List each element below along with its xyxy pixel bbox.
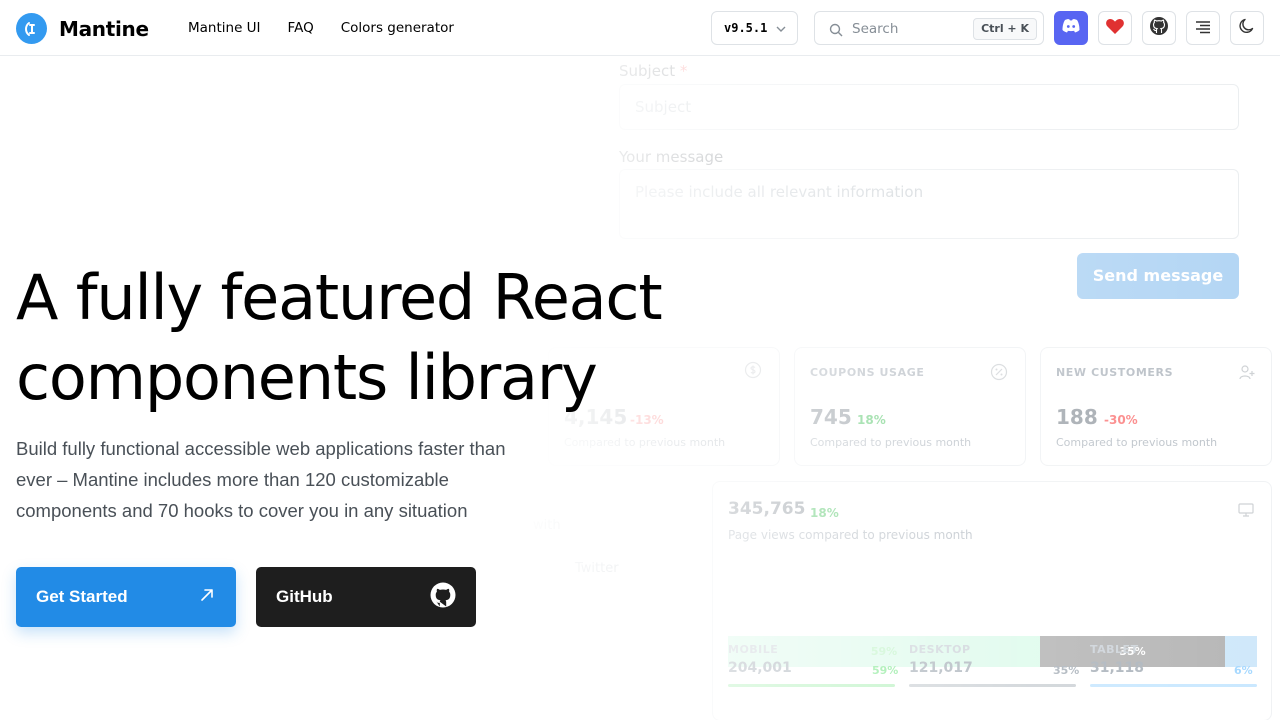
logo-text: Mantine (59, 16, 149, 41)
device-count-tablet: 31,118 (1090, 660, 1145, 676)
logo[interactable]: Mantine (16, 13, 149, 44)
device-count-mobile: 204,001 (728, 660, 792, 676)
stat-sub-2: Compared to previous month (810, 436, 972, 449)
search-placeholder: Search (852, 21, 899, 37)
nav-link-mantine-ui[interactable]: Mantine UI (188, 20, 261, 36)
github-label: GitHub (276, 587, 333, 606)
search-icon (829, 22, 843, 41)
version-value: v9.5.1 (724, 21, 768, 35)
moon-icon (1238, 17, 1256, 39)
sponsor-button[interactable] (1098, 11, 1132, 45)
github-icon (1149, 16, 1169, 40)
stat-diff-2: 18% (857, 413, 886, 427)
get-started-button[interactable]: Get Started (16, 567, 236, 627)
mantine-logo-icon (16, 13, 47, 44)
hero-description: Build fully functional accessible web ap… (16, 438, 506, 521)
device-percent-tablet: 6% (1234, 664, 1253, 677)
hero-title-line-2: components library (16, 341, 598, 414)
device-label-desktop: DESKTOP (909, 643, 971, 656)
discount-icon (990, 363, 1008, 385)
hero-section: A fully featured React components librar… (16, 258, 756, 526)
chevron-down-icon (775, 23, 787, 38)
github-header-button[interactable] (1142, 11, 1176, 45)
page-views-diff: 18% (810, 506, 839, 520)
subject-label: Subject (619, 62, 676, 80)
version-select[interactable]: v9.5.1 (711, 11, 798, 45)
device-label-mobile: MOBILE (728, 643, 779, 656)
nav-link-colors-generator[interactable]: Colors generator (341, 20, 454, 36)
nav-link-faq[interactable]: FAQ (288, 20, 314, 36)
main-nav: Mantine UI FAQ Colors generator (188, 20, 481, 36)
stat-diff-3: -30% (1104, 413, 1138, 427)
required-mark: * (679, 62, 688, 80)
arrow-up-right-icon (198, 586, 216, 609)
github-button[interactable]: GitHub (256, 567, 476, 627)
top-header: Mantine Mantine UI FAQ Colors generator … (0, 0, 1280, 56)
search-shortcut: Ctrl + K (973, 18, 1037, 40)
hero-title: A fully featured React components librar… (16, 258, 756, 418)
subject-field (619, 84, 1239, 130)
device-label-tablet: TABLET (1090, 643, 1139, 656)
hero-title-line-1: A fully featured React (16, 261, 663, 334)
table-of-contents-button[interactable] (1186, 11, 1220, 45)
stat-title-2: COUPONS USAGE (810, 366, 925, 379)
stat-sub-3: Compared to previous month (1056, 436, 1218, 449)
color-scheme-toggle[interactable] (1230, 11, 1264, 45)
discord-button[interactable] (1054, 11, 1088, 45)
heart-icon (1105, 17, 1125, 39)
user-plus-icon (1238, 363, 1256, 385)
progress-segment-3 (1225, 636, 1257, 667)
github-icon (430, 582, 456, 613)
search-input[interactable]: Search Ctrl + K (814, 11, 1044, 45)
device-underline-mobile (728, 684, 895, 687)
page-views-sub: Page views compared to previous month (728, 528, 973, 542)
subject-placeholder: Subject (635, 98, 692, 116)
device-analytics-icon (1237, 502, 1255, 522)
stat-title-3: NEW CUSTOMERS (1056, 366, 1174, 379)
device-count-desktop: 121,017 (909, 660, 973, 676)
device-percent-mobile: 59% (872, 664, 899, 677)
hero-buttons: Get Started GitHub (16, 567, 476, 627)
get-started-label: Get Started (36, 587, 128, 606)
stat-value-2: 745 (810, 405, 852, 429)
device-underline-tablet (1090, 684, 1257, 687)
table-of-contents-icon (1194, 19, 1212, 38)
message-label: Your message (619, 148, 724, 166)
message-field (619, 169, 1239, 239)
stat-value-3: 188 (1056, 405, 1098, 429)
discord-icon (1061, 18, 1081, 38)
device-percent-desktop: 35% (1053, 664, 1080, 677)
social-fragment: Twitter (575, 561, 619, 576)
device-underline-desktop (909, 684, 1076, 687)
send-message-button: Send message (1077, 253, 1239, 299)
message-placeholder: Please include all relevant information (635, 183, 924, 201)
